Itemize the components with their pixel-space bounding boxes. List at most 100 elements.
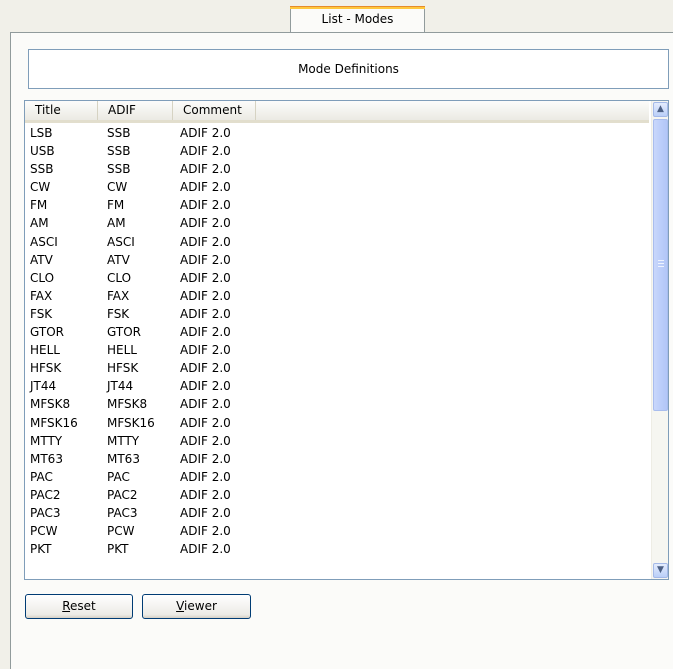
cell-comment: ADIF 2.0 — [180, 487, 231, 502]
cell-adif: ATV — [107, 252, 130, 267]
table-row[interactable]: AM AM ADIF 2.0 — [25, 214, 649, 232]
cell-title: JT44 — [30, 379, 57, 394]
table-row[interactable]: HFSK HFSK ADIF 2.0 — [25, 359, 649, 377]
column-header-comment[interactable]: Comment — [173, 101, 256, 120]
table-row[interactable]: HELL HELL ADIF 2.0 — [25, 341, 649, 359]
table-row[interactable]: MFSK8 MFSK8 ADIF 2.0 — [25, 395, 649, 413]
cell-comment: ADIF 2.0 — [180, 288, 231, 303]
cell-title: ASCI — [30, 234, 58, 249]
reset-button[interactable]: Reset — [25, 594, 133, 619]
cell-title: MT63 — [30, 451, 63, 466]
table-row[interactable]: USB SSB ADIF 2.0 — [25, 142, 649, 160]
cell-title: HFSK — [30, 361, 62, 376]
table-row[interactable]: PAC PAC ADIF 2.0 — [25, 468, 649, 486]
cell-title: PCW — [30, 524, 58, 539]
cell-adif: FSK — [107, 306, 130, 321]
cell-comment: ADIF 2.0 — [180, 379, 231, 394]
cell-adif: CLO — [107, 270, 132, 285]
reset-label: eset — [70, 599, 96, 613]
cell-comment: ADIF 2.0 — [180, 234, 231, 249]
table-row[interactable]: SSB SSB ADIF 2.0 — [25, 160, 649, 178]
column-header-title[interactable]: Title — [25, 101, 98, 120]
scroll-down-arrow-icon[interactable]: ▼ — [653, 563, 668, 578]
cell-title: PAC3 — [30, 505, 61, 520]
thumb-grip-line — [658, 266, 664, 267]
cell-comment: ADIF 2.0 — [180, 216, 231, 231]
table-row[interactable]: LSB SSB ADIF 2.0 — [25, 124, 649, 142]
cell-title: PKT — [30, 542, 52, 557]
tab-label: List - Modes — [321, 12, 394, 26]
table-row[interactable]: ASCI ASCI ADIF 2.0 — [25, 233, 649, 251]
cell-comment: ADIF 2.0 — [180, 415, 231, 430]
table-row[interactable]: MT63 MT63 ADIF 2.0 — [25, 450, 649, 468]
table-row[interactable]: PCW PCW ADIF 2.0 — [25, 522, 649, 540]
cell-comment: ADIF 2.0 — [180, 325, 231, 340]
cell-comment: ADIF 2.0 — [180, 397, 231, 412]
table-row[interactable]: CLO CLO ADIF 2.0 — [25, 269, 649, 287]
cell-adif: PKT — [107, 542, 129, 557]
cell-title: FM — [30, 198, 48, 213]
cell-adif: MFSK16 — [107, 415, 155, 430]
table-row[interactable]: FAX FAX ADIF 2.0 — [25, 287, 649, 305]
tab-panel: Mode Definitions Title ADIF Comment LSB S… — [10, 32, 673, 669]
cell-adif: FM — [107, 198, 125, 213]
tab-list-modes[interactable]: List - Modes — [290, 6, 425, 33]
list-header: Title ADIF Comment — [25, 101, 649, 123]
table-row[interactable]: MTTY MTTY ADIF 2.0 — [25, 432, 649, 450]
cell-comment: ADIF 2.0 — [180, 361, 231, 376]
table-row[interactable]: PKT PKT ADIF 2.0 — [25, 540, 649, 558]
modes-list[interactable]: Title ADIF Comment LSB SSB ADIF 2.0 USB SSB A… — [24, 100, 669, 580]
cell-comment: ADIF 2.0 — [180, 162, 231, 177]
cell-title: PAC2 — [30, 487, 61, 502]
table-row[interactable]: GTOR GTOR ADIF 2.0 — [25, 323, 649, 341]
cell-adif: CW — [107, 180, 128, 195]
table-row[interactable]: FM FM ADIF 2.0 — [25, 196, 649, 214]
cell-title: LSB — [30, 126, 53, 140]
cell-title: SSB — [30, 162, 54, 177]
cell-title: GTOR — [30, 325, 64, 340]
vertical-scrollbar[interactable]: ▲ ▼ — [651, 101, 668, 579]
viewer-button[interactable]: Viewer — [142, 594, 251, 619]
cell-title: USB — [30, 144, 55, 159]
panel-heading-box: Mode Definitions — [28, 49, 669, 89]
cell-adif: ASCI — [107, 234, 135, 249]
cell-adif: JT44 — [107, 379, 134, 394]
cell-title: MFSK16 — [30, 415, 78, 430]
cell-title: MTTY — [30, 433, 63, 448]
table-row[interactable]: JT44 JT44 ADIF 2.0 — [25, 377, 649, 395]
cell-adif: SSB — [107, 126, 131, 140]
column-header-adif[interactable]: ADIF — [98, 101, 173, 120]
cell-comment: ADIF 2.0 — [180, 451, 231, 466]
cell-adif: SSB — [107, 144, 131, 159]
cell-adif: SSB — [107, 162, 131, 177]
cell-comment: ADIF 2.0 — [180, 469, 231, 484]
table-row[interactable]: FSK FSK ADIF 2.0 — [25, 305, 649, 323]
viewer-label: iewer — [184, 599, 217, 613]
cell-title: FSK — [30, 306, 53, 321]
table-row[interactable]: CW CW ADIF 2.0 — [25, 178, 649, 196]
cell-title: HELL — [30, 343, 60, 358]
list-rows: LSB SSB ADIF 2.0 USB SSB ADIF 2.0 SSB SSB ADIF 2… — [25, 124, 649, 558]
cell-comment: ADIF 2.0 — [180, 252, 231, 267]
cell-title: AM — [30, 216, 49, 231]
reset-accelerator: R — [62, 599, 71, 613]
table-row[interactable]: PAC2 PAC2 ADIF 2.0 — [25, 486, 649, 504]
cell-adif: MFSK8 — [107, 397, 148, 412]
cell-adif: PAC — [107, 469, 130, 484]
cell-comment: ADIF 2.0 — [180, 144, 231, 159]
cell-title: FAX — [30, 288, 53, 303]
cell-adif: PAC3 — [107, 505, 138, 520]
cell-adif: HELL — [107, 343, 137, 358]
scroll-thumb[interactable] — [653, 119, 668, 411]
table-row[interactable]: ATV ATV ADIF 2.0 — [25, 251, 649, 269]
table-row[interactable]: PAC3 PAC3 ADIF 2.0 — [25, 504, 649, 522]
cell-adif: AM — [107, 216, 126, 231]
panel-heading: Mode Definitions — [298, 62, 399, 76]
cell-comment: ADIF 2.0 — [180, 180, 231, 195]
cell-adif: PAC2 — [107, 487, 138, 502]
scroll-up-arrow-icon[interactable]: ▲ — [653, 102, 668, 117]
cell-comment: ADIF 2.0 — [180, 343, 231, 358]
cell-comment: ADIF 2.0 — [180, 198, 231, 213]
cell-title: CLO — [30, 270, 55, 285]
table-row[interactable]: MFSK16 MFSK16 ADIF 2.0 — [25, 414, 649, 432]
